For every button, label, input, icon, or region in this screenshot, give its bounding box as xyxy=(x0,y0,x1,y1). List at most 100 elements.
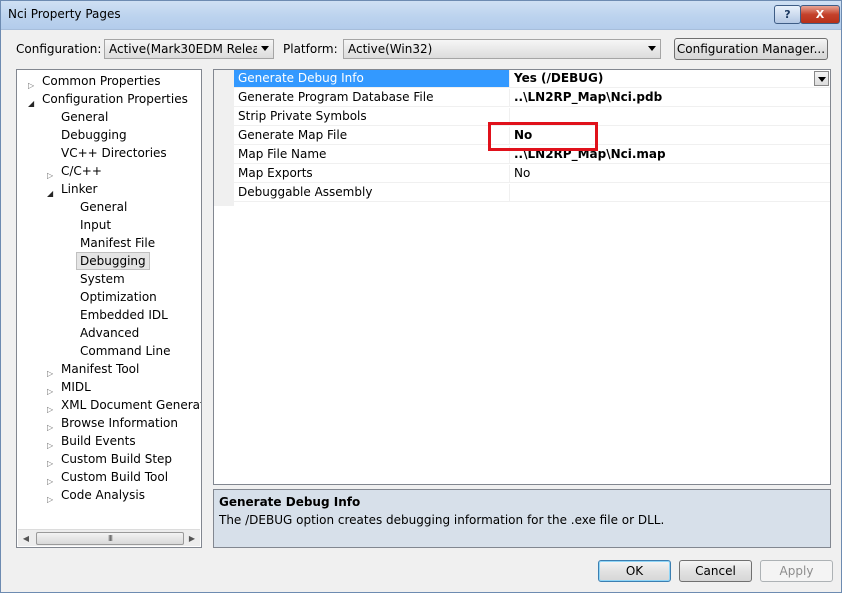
tree-item-label: Debugging xyxy=(61,128,127,142)
tree-item-linker-command-line[interactable]: Command Line xyxy=(80,342,171,360)
tree-item-code-analysis[interactable]: ▷ Code Analysis xyxy=(47,486,145,504)
collapsed-triangle-icon[interactable]: ▷ xyxy=(47,419,53,437)
tree-item-label: General xyxy=(80,200,128,214)
tree-item-label: Manifest File xyxy=(80,236,156,250)
description-panel: Generate Debug Info The /DEBUG option cr… xyxy=(213,489,831,548)
tree-item-label: Code Analysis xyxy=(61,488,145,502)
chevron-down-icon xyxy=(648,46,656,51)
tree-item-configuration-properties[interactable]: ◢ Configuration Properties xyxy=(28,90,188,108)
tree-horizontal-scrollbar[interactable]: ◀ III ▶ xyxy=(18,529,200,546)
property-name: Generate Map File xyxy=(234,127,510,144)
tree-item-common-properties[interactable]: ▷ Common Properties xyxy=(28,72,161,90)
tree-item-label: System xyxy=(80,272,125,286)
tree-item-vc-directories[interactable]: VC++ Directories xyxy=(61,144,167,162)
tree-item-label: Debugging xyxy=(80,254,146,268)
expanded-triangle-icon[interactable]: ◢ xyxy=(47,185,53,203)
scroll-thumb[interactable]: III xyxy=(36,532,184,545)
prop-map-exports[interactable]: Map Exports No xyxy=(234,165,830,183)
tree-item-label: XML Document Generator xyxy=(61,398,202,412)
tree-item-linker[interactable]: ◢ Linker xyxy=(47,180,98,198)
tree-item-custom-build-step[interactable]: ▷ Custom Build Step xyxy=(47,450,173,468)
property-value[interactable]: No xyxy=(511,165,830,182)
tree-item-linker-advanced[interactable]: Advanced xyxy=(80,324,139,342)
tree-item-label: General xyxy=(61,110,109,124)
tree-item-label: Command Line xyxy=(80,344,171,358)
tree-item-label: Input xyxy=(80,218,112,232)
tree-item-label: Advanced xyxy=(80,326,140,340)
tree-item-linker-embedded-idl[interactable]: Embedded IDL xyxy=(80,306,168,324)
tree-item-label: Custom Build Step xyxy=(61,452,173,466)
configuration-dropdown[interactable]: Active(Mark30EDM Release xyxy=(104,39,274,59)
property-name: Map File Name xyxy=(234,146,510,163)
tree-item-general[interactable]: General xyxy=(61,108,108,126)
tree-item-linker-debugging[interactable]: Debugging xyxy=(76,252,150,270)
tree-item-label: Optimization xyxy=(80,290,157,304)
configuration-label: Configuration: xyxy=(16,42,102,56)
red-highlight-box xyxy=(488,122,598,151)
cancel-button[interactable]: Cancel xyxy=(679,560,752,582)
tree-item-xml-document-generator[interactable]: ▷ XML Document Generator xyxy=(47,396,202,414)
tree-item-c-cpp[interactable]: ▷ C/C++ xyxy=(47,162,102,180)
tree-item-manifest-tool[interactable]: ▷ Manifest Tool xyxy=(47,360,140,378)
tree-item-label: Manifest Tool xyxy=(61,362,140,376)
platform-label: Platform: xyxy=(283,42,338,56)
prop-generate-program-database-file[interactable]: Generate Program Database File ..\LN2RP_M… xyxy=(234,89,830,107)
tree-item-label: Common Properties xyxy=(42,74,161,88)
chevron-down-icon xyxy=(818,77,826,82)
tree-item-label: Linker xyxy=(61,182,98,196)
scroll-right-icon[interactable]: ▶ xyxy=(184,530,200,546)
expanded-triangle-icon[interactable]: ◢ xyxy=(28,95,34,113)
collapsed-triangle-icon[interactable]: ▷ xyxy=(47,455,53,473)
tree-item-linker-optimization[interactable]: Optimization xyxy=(80,288,157,306)
tree-item-midl[interactable]: ▷ MIDL xyxy=(47,378,91,396)
configuration-manager-button[interactable]: Configuration Manager... xyxy=(674,38,828,60)
property-name: Debuggable Assembly xyxy=(234,184,510,201)
tree-item-label: MIDL xyxy=(61,380,91,394)
chevron-down-icon xyxy=(261,46,269,51)
property-value[interactable]: ..\LN2RP_Map\Nci.pdb xyxy=(511,89,830,106)
collapsed-triangle-icon[interactable]: ▷ xyxy=(47,491,53,509)
collapsed-triangle-icon[interactable]: ▷ xyxy=(47,401,53,419)
tree-item-build-events[interactable]: ▷ Build Events xyxy=(47,432,136,450)
tree-item-label: C/C++ xyxy=(61,164,102,178)
property-tree[interactable]: ▷ Common Properties ◢ Configuration Propert… xyxy=(16,69,202,548)
platform-dropdown[interactable]: Active(Win32) xyxy=(343,39,661,59)
platform-value: Active(Win32) xyxy=(348,42,433,56)
tree-item-linker-general[interactable]: General xyxy=(80,198,127,216)
tree-item-label: Browse Information xyxy=(61,416,178,430)
tree-item-label: VC++ Directories xyxy=(61,146,167,160)
collapsed-triangle-icon[interactable]: ▷ xyxy=(47,473,53,491)
tree-item-label: Configuration Properties xyxy=(42,92,188,106)
tree-item-debugging[interactable]: Debugging xyxy=(61,126,127,144)
tree-item-label: Build Events xyxy=(61,434,136,448)
collapsed-triangle-icon[interactable]: ▷ xyxy=(28,77,34,95)
tree-item-label: Custom Build Tool xyxy=(61,470,169,484)
prop-debuggable-assembly[interactable]: Debuggable Assembly xyxy=(234,184,830,202)
tree-item-linker-input[interactable]: Input xyxy=(80,216,111,234)
close-button[interactable]: X xyxy=(800,5,840,24)
tree-item-custom-build-tool[interactable]: ▷ Custom Build Tool xyxy=(47,468,169,486)
description-title: Generate Debug Info xyxy=(219,495,361,509)
help-button[interactable]: ? xyxy=(774,5,801,24)
tree-item-label: Embedded IDL xyxy=(80,308,168,322)
prop-generate-debug-info[interactable]: Generate Debug Info Yes (/DEBUG) xyxy=(234,70,830,88)
tree-item-linker-system[interactable]: System xyxy=(80,270,125,288)
collapsed-triangle-icon[interactable]: ▷ xyxy=(47,437,53,455)
collapsed-triangle-icon[interactable]: ▷ xyxy=(47,167,53,185)
scroll-left-icon[interactable]: ◀ xyxy=(18,530,34,546)
tree-item-browse-information[interactable]: ▷ Browse Information xyxy=(47,414,178,432)
property-name: Generate Program Database File xyxy=(234,89,510,106)
ok-button[interactable]: OK xyxy=(598,560,671,582)
value-dropdown-button[interactable] xyxy=(814,71,829,86)
tree-item-linker-manifest-file[interactable]: Manifest File xyxy=(80,234,155,252)
apply-button[interactable]: Apply xyxy=(760,560,833,582)
property-pages-dialog: Nci Property Pages ? X Configuration: Ac… xyxy=(0,0,842,593)
title-bar[interactable]: Nci Property Pages ? X xyxy=(1,1,841,30)
collapsed-triangle-icon[interactable]: ▷ xyxy=(47,365,53,383)
grid-gutter xyxy=(214,70,234,206)
property-value[interactable]: Yes (/DEBUG) xyxy=(511,70,830,87)
description-text: The /DEBUG option creates debugging info… xyxy=(219,513,665,527)
collapsed-triangle-icon[interactable]: ▷ xyxy=(47,383,53,401)
property-name: Map Exports xyxy=(234,165,510,182)
property-value[interactable] xyxy=(511,184,830,201)
